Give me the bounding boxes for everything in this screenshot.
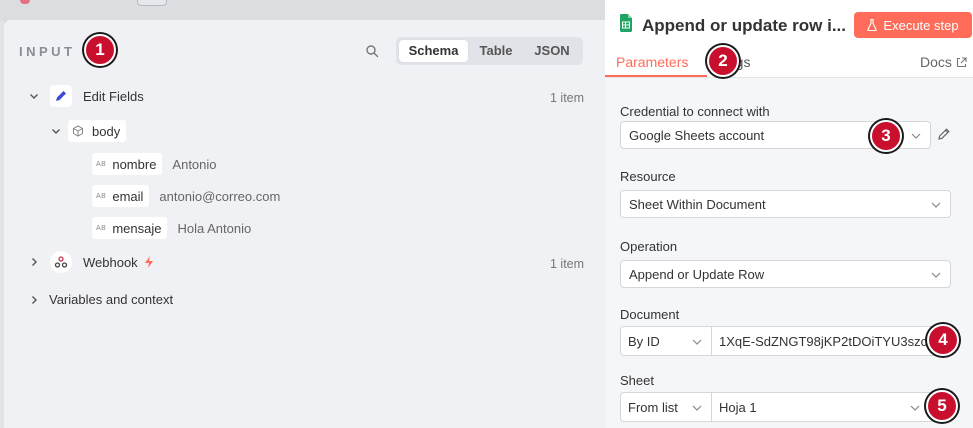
field-value: antonio@correo.com <box>159 188 281 204</box>
chevron-right-icon[interactable] <box>28 294 40 306</box>
cube-icon <box>73 125 83 137</box>
field-key: mensaje <box>112 220 162 236</box>
sheet-field: From list Hoja 1 <box>620 392 950 422</box>
document-mode-select[interactable]: By ID <box>620 326 712 356</box>
flask-icon <box>867 19 878 31</box>
external-link-icon <box>956 56 967 67</box>
sheet-select[interactable]: Hoja 1 <box>711 392 950 422</box>
chevron-down-icon[interactable] <box>50 125 62 137</box>
field-key: nombre <box>112 156 157 172</box>
item-count: 1 item <box>550 91 585 105</box>
tree-item-body[interactable]: body <box>50 120 127 142</box>
tab-schema[interactable]: Schema <box>399 40 468 62</box>
field-tag: AB mensaje <box>92 217 168 239</box>
docs-label: Docs <box>920 54 952 70</box>
document-label: Document <box>620 307 680 322</box>
credential-value: Google Sheets account <box>629 127 765 143</box>
tab-table[interactable]: Table <box>470 40 522 62</box>
document-field: By ID 1XqE-SdZNGT98jKP2tDOiTYU3szcX <box>620 326 950 356</box>
edit-credential-icon[interactable] <box>937 127 951 141</box>
sheet-value: Hoja 1 <box>719 399 757 415</box>
operation-label: Operation <box>620 239 678 254</box>
chevron-down-icon <box>910 405 920 411</box>
input-title: INPUT <box>19 44 76 59</box>
sheet-label: Sheet <box>620 373 654 388</box>
tab-docs[interactable]: Docs <box>920 54 967 70</box>
input-panel: INPUT Schema Table JSON Edit Fields 1 it… <box>4 20 605 428</box>
tree-item-webhook[interactable]: Webhook <box>28 251 154 273</box>
chevron-down-icon <box>911 133 921 139</box>
string-type-icon: AB <box>96 160 107 168</box>
pencil-icon <box>50 85 72 107</box>
tree-item-label: Webhook <box>83 254 138 270</box>
execute-step-label: Execute step <box>883 17 959 33</box>
resource-label: Resource <box>620 169 676 184</box>
search-icon[interactable] <box>365 44 379 58</box>
field-row: AB email antonio@correo.com <box>92 185 280 207</box>
field-value: Hola Antonio <box>177 220 252 236</box>
chevron-down-icon[interactable] <box>28 90 40 102</box>
tree-item-label: Edit Fields <box>83 88 144 104</box>
string-type-icon: AB <box>96 224 107 232</box>
view-mode-switch: Schema Table JSON <box>396 37 583 65</box>
tab-json[interactable]: JSON <box>524 40 580 62</box>
tree-item-variables[interactable]: Variables and context <box>28 292 173 307</box>
field-row: AB nombre Antonio <box>92 153 217 175</box>
string-type-icon: AB <box>96 192 107 200</box>
field-row: AB mensaje Hola Antonio <box>92 217 251 239</box>
tree-item-label: Variables and context <box>49 292 174 307</box>
google-sheets-icon <box>620 14 632 32</box>
resource-select[interactable]: Sheet Within Document <box>620 190 951 218</box>
lightning-icon <box>144 256 153 268</box>
sheet-mode-select[interactable]: From list <box>620 392 712 422</box>
step-badge-2: 2 <box>707 45 739 77</box>
step-badge-5: 5 <box>926 390 958 422</box>
node-title[interactable]: Append or update row i... <box>642 16 846 36</box>
tree-item-label: body <box>92 123 121 139</box>
chevron-down-icon <box>931 272 941 278</box>
document-id-input[interactable]: 1XqE-SdZNGT98jKP2tDOiTYU3szcX <box>711 326 950 356</box>
object-tag: body <box>68 120 127 142</box>
step-badge-3: 3 <box>870 120 902 152</box>
background-tab <box>137 0 167 6</box>
operation-select[interactable]: Append or Update Row <box>620 260 951 288</box>
node-settings-panel: Append or update row i... Execute step P… <box>605 0 973 428</box>
field-tag: AB email <box>92 185 150 207</box>
field-tag: AB nombre <box>92 153 163 175</box>
field-value: Antonio <box>172 156 217 172</box>
tab-parameters[interactable]: Parameters <box>616 54 688 70</box>
parameters-form: Credential to connect with Google Sheets… <box>605 78 973 428</box>
background-canvas <box>0 0 605 20</box>
credential-label: Credential to connect with <box>620 104 770 119</box>
step-badge-1: 1 <box>84 34 116 66</box>
resource-value: Sheet Within Document <box>629 196 766 212</box>
item-count: 1 item <box>550 257 585 271</box>
document-mode-value: By ID <box>628 333 660 349</box>
tree-item-edit-fields[interactable]: Edit Fields <box>28 85 144 107</box>
step-badge-4: 4 <box>927 324 959 356</box>
field-key: email <box>112 188 144 204</box>
sheet-mode-value: From list <box>628 399 678 415</box>
chevron-right-icon[interactable] <box>28 256 40 268</box>
operation-value: Append or Update Row <box>629 266 765 282</box>
chevron-down-icon <box>692 339 702 345</box>
chevron-down-icon <box>692 405 702 411</box>
chevron-down-icon <box>931 202 941 208</box>
execute-step-button[interactable]: Execute step <box>854 12 972 38</box>
webhook-icon <box>50 251 72 273</box>
